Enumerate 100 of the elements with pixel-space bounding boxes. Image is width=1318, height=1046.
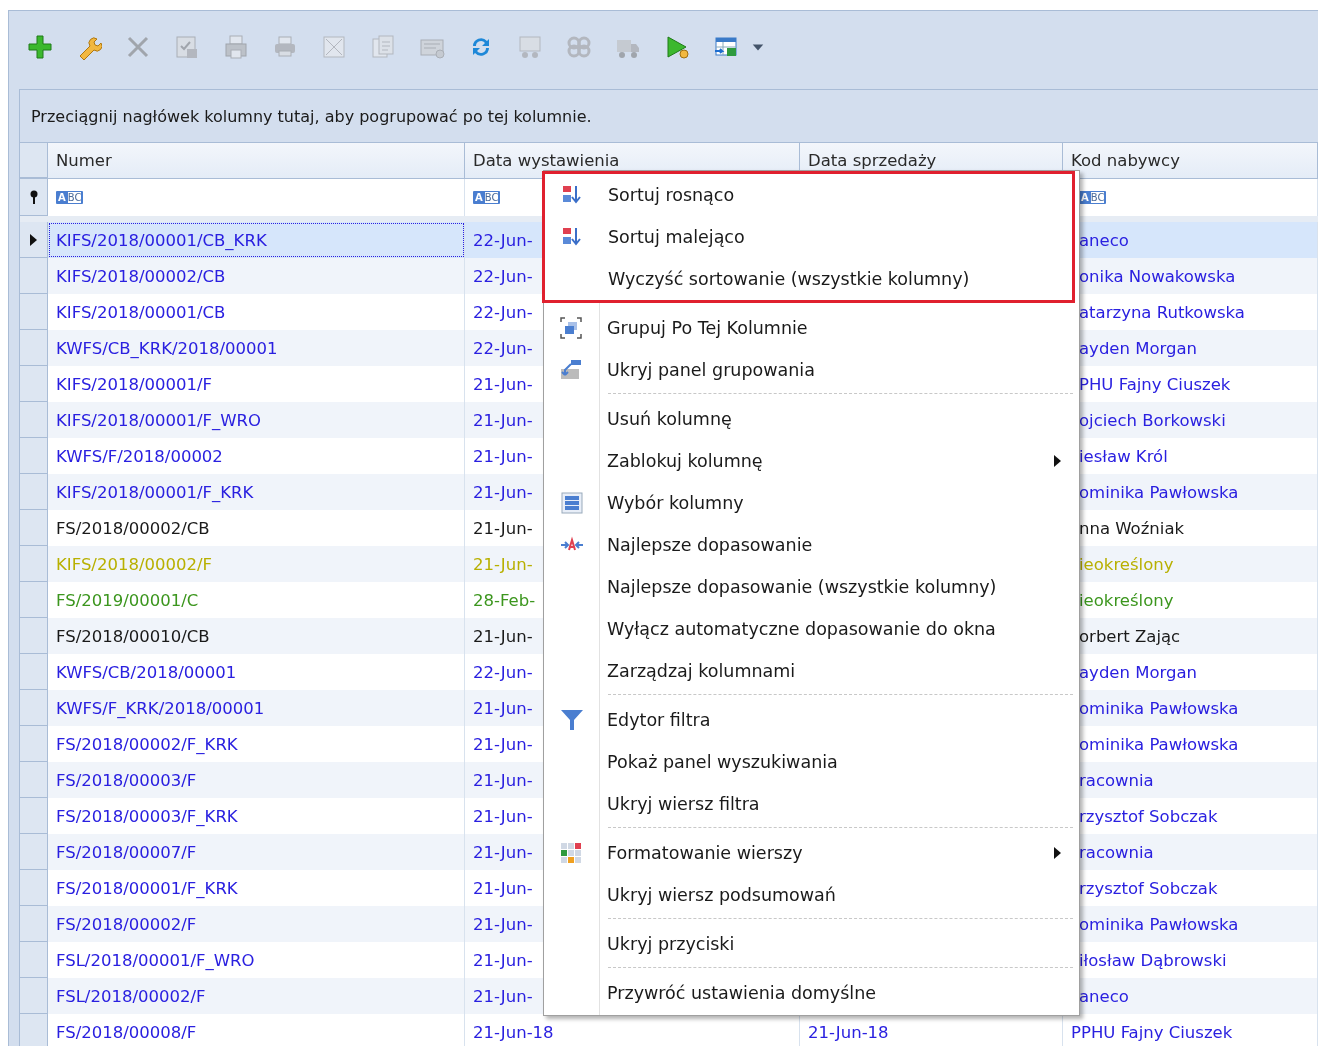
table-cell: nna Woźniak [1079,518,1185,538]
table-cell: aneco [1079,230,1129,250]
table-cell: 21-Jun- [473,410,533,430]
table-cell: FS/2018/00002/F [56,914,197,934]
table-cell: ominika Pawłowska [1079,698,1239,718]
table-cell: 21-Jun- [473,914,533,934]
text-filter-icon: ABC [473,191,501,204]
table-cell: KWFS/CB_KRK/2018/00001 [56,338,278,358]
table-cell: 22-Jun- [473,302,533,322]
menu-item[interactable]: Przywróć ustawienia domyślne [544,972,1079,1014]
table-cell: ieokreślony [1079,554,1174,574]
table-cell: aneco [1079,986,1129,1006]
table-cell: 21-Jun- [473,482,533,502]
crossed-box-icon [320,34,347,60]
table-cell: 21-Jun- [473,770,533,790]
table-cell: onika Nowakowska [1079,266,1236,286]
menu-item[interactable]: Ukryj wiersz podsumowań [544,874,1079,916]
table-cell: 21-Jun- [473,986,533,1006]
printer-icon [222,34,249,60]
filter-icon [559,709,584,731]
table-cell: 28-Feb- [473,590,536,610]
menu-item[interactable]: Wybór kolumny [544,482,1079,524]
table-cell: 22-Jun- [473,266,533,286]
table-cell: 21-Jun- [473,374,533,394]
table-cell: KWFS/F_KRK/2018/00001 [56,698,265,718]
table-cell: KWFS/F/2018/00002 [56,446,223,466]
plus-icon [26,34,53,60]
table-cell: FSL/2018/00002/F [56,986,206,1006]
menu-item[interactable]: Ukryj panel grupowania [544,349,1079,391]
table-cell: ominika Pawłowska [1079,734,1239,754]
menu-item[interactable]: Wyczyść sortowanie (wszystkie kolumny) [545,258,1072,300]
table-cell: FS/2018/00003/F [56,770,197,790]
table-cell: orbert Zając [1079,626,1181,646]
table-cell: ayden Morgan [1079,662,1198,682]
group-panel-hint: Przeciągnij nagłówek kolumny tutaj, aby pogrupować po tej kolumnie. [31,106,592,126]
menu-item[interactable]: Najlepsze dopasowanie [544,524,1079,566]
caret-icon [751,43,765,51]
column-list-icon [559,492,584,514]
table-cell: ayden Morgan [1079,338,1198,358]
current-row-icon [30,233,37,246]
table-cell: FS/2018/00001/F_KRK [56,878,238,898]
table-cell: FS/2018/00002/CB [56,518,210,538]
table-cell: ominika Pawłowska [1079,482,1239,502]
hide-panel-icon [559,359,584,381]
table-cell: 21-Jun- [473,950,533,970]
menu-item[interactable]: Najlepsze dopasowanie (wszystkie kolumny) [544,566,1079,608]
menu-item[interactable]: Grupuj Po Tej Kolumnie [544,307,1079,349]
table-cell: KIFS/2018/00001/F_KRK [56,482,254,502]
table-cell: ojciech Borkowski [1079,410,1226,430]
table-cell: FS/2019/00001/C [56,590,199,610]
document-icon [173,34,200,60]
table-cell: 22-Jun- [473,230,533,250]
table-cell: KIFS/2018/00001/F_WRO [56,410,262,430]
table-cell: 21-Jun-18 [473,1022,554,1042]
menu-item[interactable]: Edytor filtra [544,699,1079,741]
table-cell: PHU Fajny Ciuszek [1079,374,1231,394]
menu-item[interactable]: Wyłącz automatyczne dopasowanie do okna [544,608,1079,650]
table-cell: racownia [1079,770,1154,790]
text-filter-icon: ABC [56,191,84,204]
table-cell: 22-Jun- [473,662,533,682]
group-icon [559,317,584,339]
table-cell: 21-Jun- [473,626,533,646]
table-cell: iłosław Dąbrowski [1079,950,1227,970]
document-icon [369,34,396,60]
table-cell: 21-Jun-18 [808,1022,889,1042]
table-cell: FSL/2018/00001/F_WRO [56,950,255,970]
filter-cell[interactable]: ABC [48,179,465,216]
table-cell: 21-Jun- [473,806,533,826]
table-cell: iesław Król [1079,446,1168,466]
table-cell: rzysztof Sobczak [1079,878,1218,898]
menu-item[interactable]: Usuń kolumnę [544,398,1079,440]
menu-item[interactable]: Zablokuj kolumnę [544,440,1079,482]
table-cell: ominika Pawłowska [1079,914,1239,934]
row-indicator[interactable] [20,222,48,258]
table-cell: 21-Jun- [473,554,533,574]
table-cell: KIFS/2018/00002/CB [56,266,226,286]
color-grid-icon [559,842,584,864]
menu-item[interactable]: Zarządzaj kolumnami [544,650,1079,692]
table-cell: 21-Jun- [473,518,533,538]
table-cell: KWFS/CB/2018/00001 [56,662,237,682]
submenu-arrow-icon [1054,455,1061,467]
menu-item[interactable]: Formatowanie wierszy [544,832,1079,874]
menu-item[interactable]: Pokaż panel wyszukiwania [544,741,1079,783]
table-cell: FS/2018/00008/F [56,1022,197,1042]
table-cell: 21-Jun- [473,446,533,466]
table-cell: atarzyna Rutkowska [1079,302,1245,322]
table-cell: 21-Jun- [473,734,533,754]
table-cell: 22-Jun- [473,338,533,358]
column-header[interactable]: Numer [48,143,465,178]
link-icon [565,34,592,60]
table-cell: KIFS/2018/00001/CB [56,302,226,322]
table-cell: ieokreślony [1079,590,1174,610]
table-cell: FS/2018/00003/F_KRK [56,806,238,826]
menu-item[interactable]: Ukryj przyciski [544,923,1079,965]
table-cell: 21-Jun- [473,878,533,898]
menu-item[interactable]: Ukryj wiersz filtra [544,783,1079,825]
menu-item[interactable]: Sortuj malejąco [545,216,1072,258]
table-cell: 21-Jun- [473,842,533,862]
table-cell: rzysztof Sobczak [1079,806,1218,826]
table-cell: FS/2018/00010/CB [56,626,210,646]
